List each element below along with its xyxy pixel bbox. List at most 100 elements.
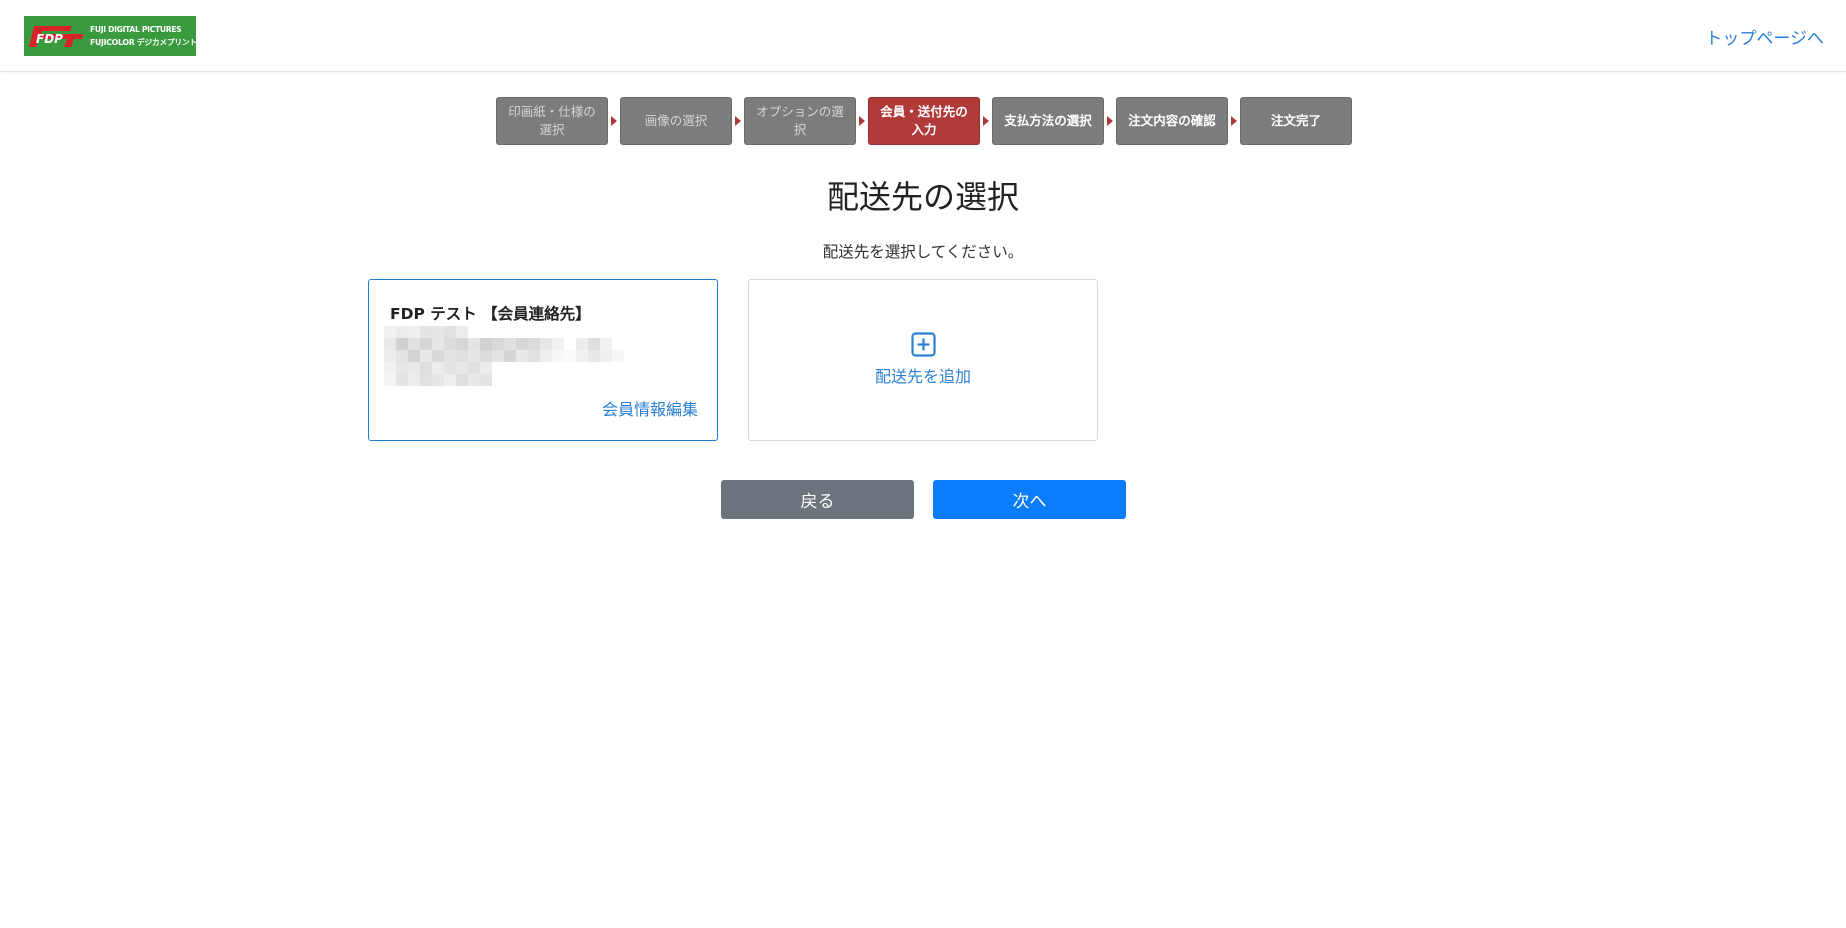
mosaic-cell xyxy=(444,338,456,350)
mosaic-cell xyxy=(600,326,612,338)
mosaic-cell xyxy=(552,326,564,338)
step-arrow-icon xyxy=(1104,97,1116,145)
mosaic-cell xyxy=(456,338,468,350)
mosaic-cell xyxy=(624,374,636,386)
mosaic-cell xyxy=(396,338,408,350)
mosaic-cell xyxy=(564,374,576,386)
step-member-address: 会員・送付先の入力 xyxy=(868,97,980,145)
mosaic-cell xyxy=(516,326,528,338)
mosaic-cell xyxy=(384,362,396,374)
plus-square-icon xyxy=(910,332,936,357)
mosaic-cell xyxy=(552,338,564,350)
mosaic-cell xyxy=(468,326,480,338)
add-address-content[interactable]: 配送先を追加 xyxy=(749,332,1097,387)
member-name: FDP テスト 【会員連絡先】 xyxy=(390,305,591,323)
edit-member-info-link[interactable]: 会員情報編集 xyxy=(602,396,698,420)
mosaic-cell xyxy=(600,338,612,350)
mosaic-cell xyxy=(624,362,636,374)
step-payment: 支払方法の選択 xyxy=(992,97,1104,145)
mosaic-cell xyxy=(456,362,468,374)
mosaic-cell xyxy=(600,350,612,362)
mosaic-cell xyxy=(384,338,396,350)
mosaic-cell xyxy=(588,350,600,362)
mosaic-cell xyxy=(444,362,456,374)
mosaic-cell xyxy=(588,326,600,338)
mosaic-cell xyxy=(444,350,456,362)
mosaic-cell xyxy=(588,374,600,386)
site-header: FDP FUJI DIGITAL PICTURES FUJICOLOR デジカメ… xyxy=(0,0,1846,72)
step-arrow-icon xyxy=(1228,97,1240,145)
order-progress-steps: 印画紙・仕様の選択 画像の選択 オプションの選択 会員・送付先の入力 支払方法の… xyxy=(496,97,1352,145)
mosaic-cell xyxy=(528,362,540,374)
mosaic-cell xyxy=(540,350,552,362)
mosaic-cell xyxy=(384,374,396,386)
mosaic-cell xyxy=(612,350,624,362)
logo-line-1: FUJI DIGITAL PICTURES xyxy=(90,25,182,34)
mosaic-cell xyxy=(588,338,600,350)
mosaic-cell xyxy=(564,362,576,374)
mosaic-cell xyxy=(420,350,432,362)
top-page-link[interactable]: トップページへ xyxy=(1705,24,1824,49)
mosaic-cell xyxy=(492,362,504,374)
mosaic-cell xyxy=(468,374,480,386)
mosaic-cell xyxy=(552,350,564,362)
mosaic-cell xyxy=(396,374,408,386)
mosaic-cell xyxy=(564,338,576,350)
mosaic-cell xyxy=(576,338,588,350)
mosaic-cell xyxy=(384,326,396,338)
mosaic-cell xyxy=(408,374,420,386)
mosaic-cell xyxy=(528,374,540,386)
mosaic-cell xyxy=(576,326,588,338)
svg-text:FDP: FDP xyxy=(36,32,63,46)
step-arrow-icon xyxy=(856,97,868,145)
mosaic-cell xyxy=(396,350,408,362)
mosaic-cell xyxy=(444,326,456,338)
mosaic-cell xyxy=(480,326,492,338)
mosaic-cell xyxy=(480,362,492,374)
mosaic-cell xyxy=(492,326,504,338)
mosaic-cell xyxy=(492,338,504,350)
fdp-logo[interactable]: FDP FUJI DIGITAL PICTURES FUJICOLOR デジカメ… xyxy=(24,16,196,56)
next-button[interactable]: 次へ xyxy=(933,480,1126,519)
mosaic-cell xyxy=(564,350,576,362)
mosaic-cell xyxy=(408,350,420,362)
mosaic-cell xyxy=(504,374,516,386)
mosaic-cell xyxy=(456,326,468,338)
mosaic-cell xyxy=(468,350,480,362)
back-button[interactable]: 戻る xyxy=(721,480,914,519)
mosaic-cell xyxy=(528,338,540,350)
mosaic-cell xyxy=(528,326,540,338)
mosaic-cell xyxy=(480,338,492,350)
step-arrow-icon xyxy=(732,97,744,145)
mosaic-cell xyxy=(504,338,516,350)
mosaic-cell xyxy=(468,338,480,350)
mosaic-cell xyxy=(540,326,552,338)
mosaic-cell xyxy=(420,362,432,374)
mosaic-cell xyxy=(564,326,576,338)
mosaic-cell xyxy=(504,362,516,374)
mosaic-cell xyxy=(420,338,432,350)
mosaic-cell xyxy=(492,350,504,362)
mosaic-cell xyxy=(468,362,480,374)
mosaic-cell xyxy=(624,326,636,338)
mosaic-cell xyxy=(516,350,528,362)
add-address-card[interactable]: 配送先を追加 xyxy=(748,279,1098,441)
instruction-text: 配送先を選択してください。 xyxy=(822,243,1024,261)
mosaic-cell xyxy=(396,362,408,374)
mosaic-cell xyxy=(444,374,456,386)
mosaic-cell xyxy=(420,374,432,386)
step-arrow-icon xyxy=(980,97,992,145)
mosaic-cell xyxy=(576,350,588,362)
mosaic-cell xyxy=(600,362,612,374)
mosaic-cell xyxy=(528,350,540,362)
mosaic-cell xyxy=(432,326,444,338)
mosaic-cell xyxy=(552,362,564,374)
mosaic-cell xyxy=(540,374,552,386)
member-address-card[interactable]: FDP テスト 【会員連絡先】 会員情報編集 xyxy=(368,279,718,441)
logo-line-2: FUJICOLOR デジカメプリント xyxy=(90,38,196,47)
mosaic-cell xyxy=(576,362,588,374)
step-image-select: 画像の選択 xyxy=(620,97,732,145)
mosaic-cell xyxy=(612,374,624,386)
step-complete: 注文完了 xyxy=(1240,97,1352,145)
mosaic-cell xyxy=(612,338,624,350)
